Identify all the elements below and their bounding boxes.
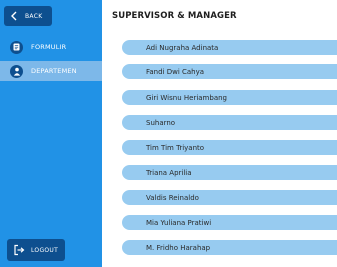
person-icon (10, 64, 23, 78)
person-list-item[interactable]: M. Fridho Harahap (122, 240, 337, 255)
person-list-item[interactable]: Fandi Dwi Cahya (122, 64, 337, 79)
person-list-item[interactable]: Adi Nugraha Adinata (122, 40, 337, 55)
person-list-item[interactable]: Suharno (122, 115, 337, 130)
logout-icon (14, 244, 25, 256)
person-name: Valdis Reinaldo (146, 193, 199, 202)
sidebar-item-departemen[interactable]: DEPARTEMEN (0, 61, 102, 81)
person-list-item[interactable]: Triana Aprilia (122, 165, 337, 180)
page-title: SUPERVISOR & MANAGER (112, 11, 237, 21)
person-list-item[interactable]: Valdis Reinaldo (122, 190, 337, 205)
back-button[interactable]: BACK (4, 6, 52, 26)
document-icon (10, 40, 23, 54)
chevron-left-icon (11, 11, 17, 21)
person-name: Tim Tim Triyanto (146, 143, 205, 152)
sidebar-item-formulir[interactable]: FORMULIR (0, 37, 102, 57)
logout-button-label: LOGOUT (31, 246, 59, 254)
person-name: Fandi Dwi Cahya (146, 67, 205, 76)
logout-button[interactable]: LOGOUT (7, 239, 65, 261)
person-name: Triana Aprilia (146, 168, 192, 177)
back-button-label: BACK (25, 12, 43, 20)
sidebar-item-label: DEPARTEMEN (31, 67, 77, 75)
person-name: Mia Yuliana Pratiwi (146, 218, 212, 227)
person-list-item[interactable]: Giri Wisnu Heriambang (122, 90, 337, 105)
person-name: Adi Nugraha Adinata (146, 43, 219, 52)
person-name: Suharno (146, 118, 176, 127)
person-list-item[interactable]: Tim Tim Triyanto (122, 140, 337, 155)
sidebar: BACK FORMULIR DEPARTEMEN LOGOUT (0, 0, 102, 267)
person-list-item[interactable]: Mia Yuliana Pratiwi (122, 215, 337, 230)
sidebar-item-label: FORMULIR (31, 43, 67, 51)
person-name: Giri Wisnu Heriambang (146, 93, 227, 102)
person-name: M. Fridho Harahap (146, 243, 211, 252)
